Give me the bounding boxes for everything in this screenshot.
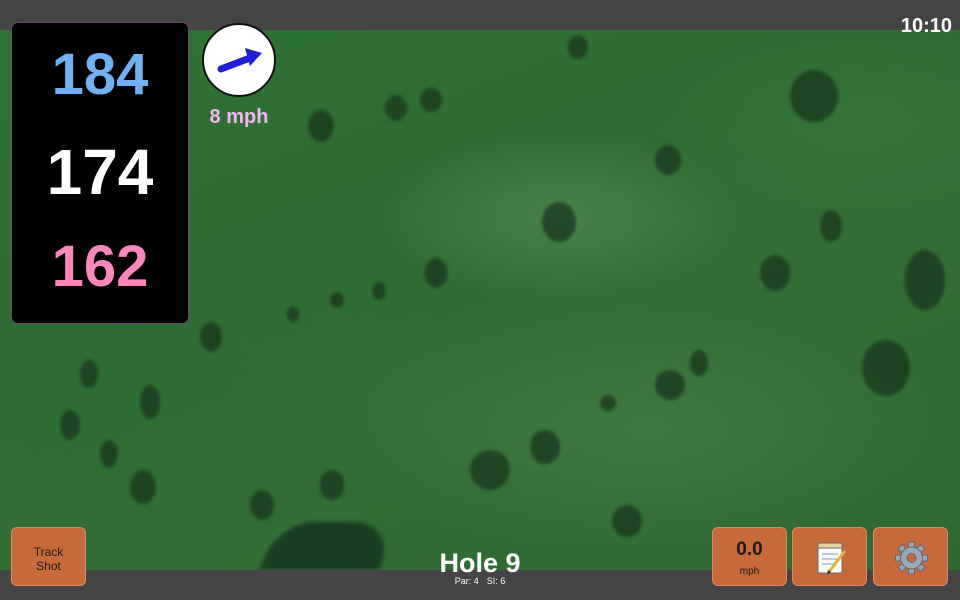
back-distance: 184 bbox=[51, 42, 149, 107]
tree bbox=[612, 505, 642, 537]
gear-icon bbox=[895, 541, 928, 575]
tree bbox=[140, 385, 160, 419]
notes-button[interactable] bbox=[792, 527, 867, 586]
tree bbox=[320, 470, 344, 500]
tree bbox=[568, 35, 588, 59]
tree bbox=[790, 70, 838, 122]
tree bbox=[905, 250, 945, 310]
speed-button[interactable]: 0.0 mph bbox=[712, 527, 787, 586]
tree bbox=[80, 360, 98, 388]
tree bbox=[542, 202, 576, 242]
notepad-icon bbox=[817, 542, 846, 575]
tree bbox=[287, 306, 299, 322]
tree bbox=[655, 145, 681, 175]
tree bbox=[760, 255, 790, 291]
distance-panel[interactable]: 184 174 162 bbox=[11, 22, 189, 324]
hole-title: Hole 9 bbox=[439, 548, 521, 578]
hole-stroke-index: SI: 6 bbox=[486, 576, 506, 586]
track-shot-button[interactable]: Track Shot bbox=[11, 527, 86, 586]
wind-indicator[interactable] bbox=[202, 23, 276, 97]
tree bbox=[420, 88, 442, 112]
settings-button[interactable] bbox=[873, 527, 948, 586]
speed-unit: mph bbox=[739, 566, 760, 577]
speed-value: 0.0 bbox=[736, 539, 763, 560]
hole-par: Par: 4 bbox=[454, 576, 479, 586]
tree bbox=[250, 490, 274, 520]
hole-info: Par: 4 SI: 6 bbox=[380, 576, 580, 586]
tree bbox=[100, 440, 118, 468]
wind-arrow-icon bbox=[217, 48, 262, 73]
wind-speed: 8 mph bbox=[209, 106, 269, 128]
track-shot-label-line2: Shot bbox=[36, 559, 61, 573]
tree bbox=[200, 322, 222, 352]
tree bbox=[530, 430, 560, 464]
clock: 10:10 bbox=[900, 15, 952, 37]
tree bbox=[385, 95, 407, 121]
tree bbox=[130, 470, 156, 504]
tree bbox=[308, 110, 334, 142]
track-shot-label-line1: Track bbox=[33, 545, 64, 559]
tree bbox=[425, 258, 447, 288]
tree bbox=[862, 340, 910, 396]
tree bbox=[690, 350, 708, 376]
middle-distance: 174 bbox=[46, 136, 154, 208]
tree bbox=[470, 450, 510, 490]
tree bbox=[600, 395, 616, 411]
tree bbox=[655, 370, 685, 400]
tree bbox=[60, 410, 80, 440]
tree bbox=[372, 282, 386, 300]
tree bbox=[330, 292, 344, 308]
tree bbox=[820, 210, 842, 242]
front-distance: 162 bbox=[51, 234, 149, 299]
